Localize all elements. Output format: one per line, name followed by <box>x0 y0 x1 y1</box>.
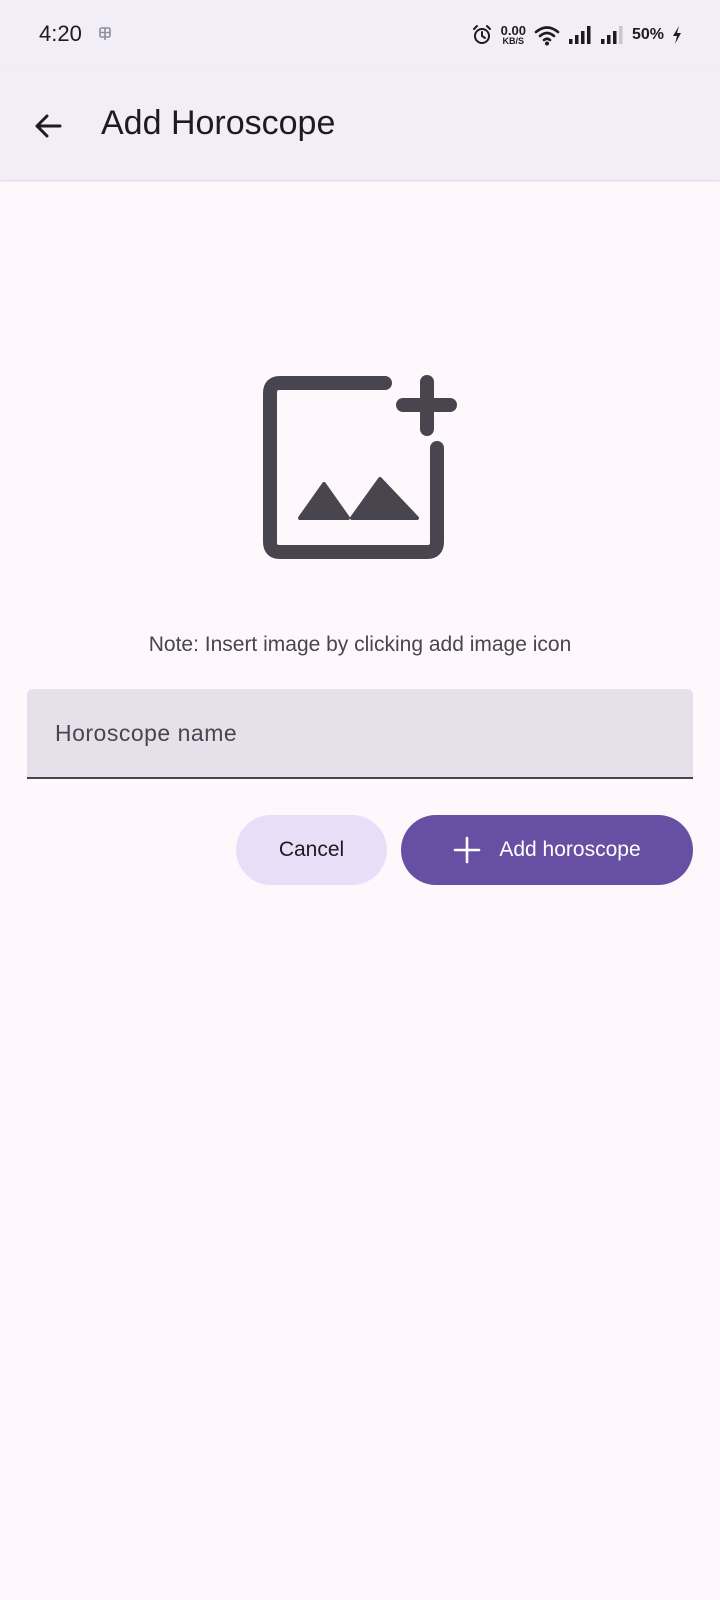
add-photo-icon[interactable] <box>250 370 470 580</box>
signal-icon-2 <box>600 26 623 44</box>
horoscope-name-input[interactable] <box>27 689 693 777</box>
arrow-back-icon <box>35 114 62 138</box>
back-button[interactable] <box>22 100 74 152</box>
image-note: Note: Insert image by clicking add image… <box>148 633 572 656</box>
horoscope-name-field[interactable] <box>27 689 693 779</box>
status-bar: 4:20 0.00 KB/S 50% <box>0 0 720 72</box>
status-icons: 0.00 KB/S 50% <box>471 20 682 50</box>
add-horoscope-label: Add horoscope <box>499 838 641 861</box>
top-app-bar: Add Horoscope <box>0 72 720 180</box>
charging-icon <box>673 26 681 44</box>
add-horoscope-button[interactable]: Add horoscope <box>401 815 693 885</box>
cancel-button[interactable]: Cancel <box>236 815 387 885</box>
net-speed-unit: KB/S <box>502 36 525 46</box>
page-title: Add Horoscope <box>101 104 336 142</box>
notification-icon <box>99 27 111 40</box>
alarm-icon <box>472 25 491 44</box>
battery-level: 50% <box>631 26 664 43</box>
wifi-icon <box>534 26 560 46</box>
signal-icon <box>568 26 591 44</box>
net-speed: 0.00 KB/S <box>501 24 526 46</box>
status-time: 4:20 <box>39 21 82 46</box>
plus-icon <box>454 836 481 864</box>
